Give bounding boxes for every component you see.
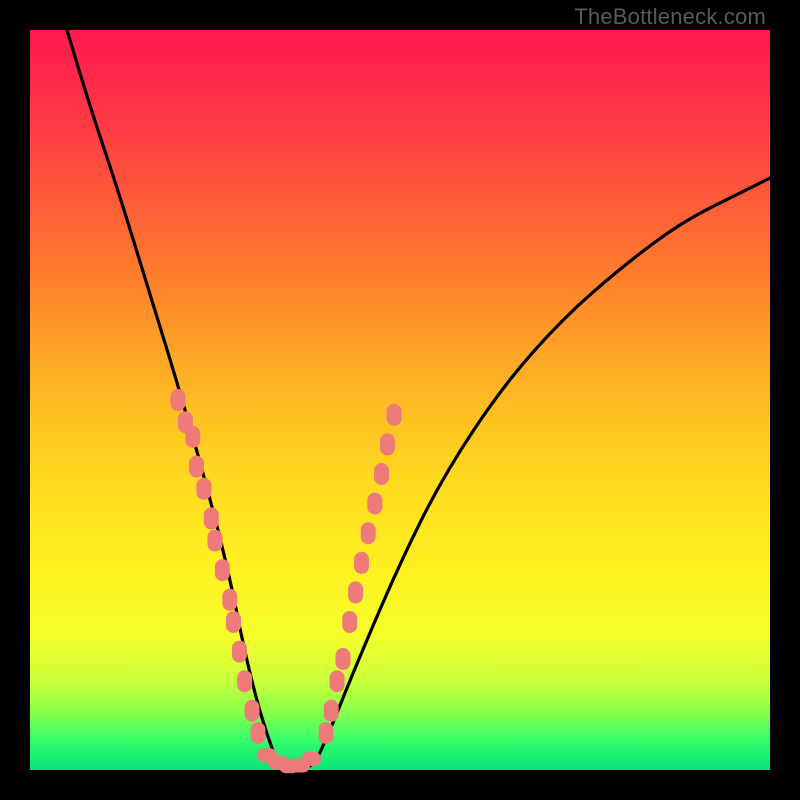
data-marker	[185, 426, 200, 448]
data-marker	[319, 722, 334, 744]
marker-group-bottom	[257, 748, 321, 773]
data-marker	[222, 589, 237, 611]
data-marker	[215, 559, 230, 581]
data-marker	[232, 641, 247, 663]
data-marker	[330, 670, 345, 692]
data-marker	[342, 611, 357, 633]
data-marker	[380, 433, 395, 455]
data-marker	[367, 493, 382, 515]
data-marker	[387, 404, 402, 426]
data-marker	[324, 700, 339, 722]
data-marker	[336, 648, 351, 670]
marker-group-right	[319, 404, 402, 744]
plot-area	[30, 30, 770, 770]
data-marker	[361, 522, 376, 544]
data-marker	[171, 389, 186, 411]
data-marker	[245, 700, 260, 722]
chart-frame: TheBottleneck.com	[0, 0, 800, 800]
attribution-label: TheBottleneck.com	[574, 4, 766, 30]
data-marker	[204, 507, 219, 529]
data-marker	[250, 722, 265, 744]
data-marker	[301, 752, 321, 766]
marker-group-left	[171, 389, 266, 744]
data-marker	[237, 670, 252, 692]
data-marker	[208, 530, 223, 552]
data-marker	[189, 456, 204, 478]
data-marker	[226, 611, 241, 633]
data-marker	[348, 581, 363, 603]
data-marker	[354, 552, 369, 574]
bottleneck-curve	[30, 30, 770, 770]
data-marker	[374, 463, 389, 485]
data-marker	[196, 478, 211, 500]
